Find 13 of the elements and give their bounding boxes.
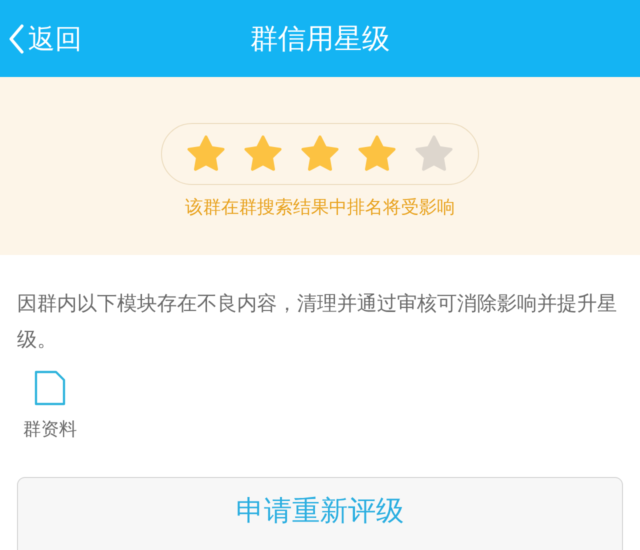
re-rate-button[interactable]: 申请重新评级 (17, 477, 623, 550)
star-icon (243, 134, 283, 174)
notice-text: 因群内以下模块存在不良内容，清理并通过审核可消除影响并提升星级。 (17, 290, 618, 353)
star-icon (300, 134, 340, 174)
back-button[interactable]: 返回 (0, 20, 82, 56)
screen-title: 群信用星级 (250, 20, 390, 56)
star-icon (186, 134, 226, 174)
document-icon[interactable] (33, 369, 67, 407)
module-label: 群资料 (23, 418, 77, 441)
rating-note: 该群在群搜索结果中排名将受影响 (185, 196, 455, 219)
back-chevron-icon (8, 24, 24, 54)
star-icon (357, 134, 397, 174)
star-icon (414, 134, 454, 174)
